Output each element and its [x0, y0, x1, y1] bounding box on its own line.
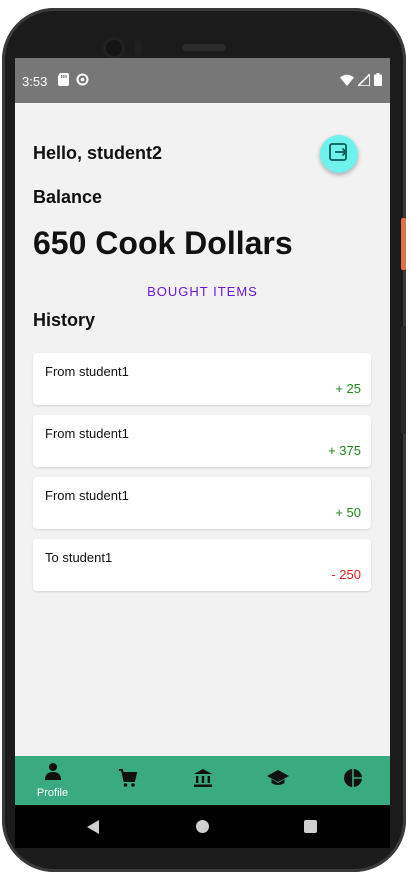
history-amount: - 250 [331, 567, 361, 582]
nav-profile-label: Profile [36, 787, 69, 799]
history-item: To student1 - 250 [33, 539, 371, 591]
balance-value: 650 Cook Dollars [33, 225, 293, 261]
system-navigation-bar [15, 805, 390, 848]
person-icon [44, 762, 62, 785]
pie-chart-icon [343, 768, 363, 793]
history-party: From student1 [45, 364, 129, 379]
balance-label: Balance [33, 187, 103, 207]
nav-stats[interactable] [315, 756, 390, 805]
history-list: From student1 + 25 From student1 + 375 F… [33, 353, 371, 601]
logout-button[interactable] [320, 135, 358, 173]
history-amount: + 375 [328, 443, 361, 458]
profile-page: Hello, student2 Balance 650 Cook Dollars… [15, 103, 390, 756]
history-item: From student1 + 50 [33, 477, 371, 529]
signal-icon [356, 71, 371, 89]
nav-profile[interactable]: Profile [15, 756, 90, 805]
nav-shop[interactable] [90, 756, 165, 805]
status-time: 3:53 [22, 74, 48, 89]
camera-sensor [134, 40, 142, 56]
history-item: From student1 + 375 [33, 415, 371, 467]
history-party: To student1 [45, 550, 113, 565]
history-item: From student1 + 25 [33, 353, 371, 405]
bought-items-button[interactable]: BOUGHT ITEMS [125, 278, 280, 304]
history-amount: + 25 [335, 381, 361, 396]
volume-button [401, 326, 406, 434]
front-camera [106, 40, 122, 56]
back-icon[interactable] [87, 820, 99, 839]
status-bar: 3:53 [15, 58, 390, 103]
logout-icon [329, 142, 349, 166]
nav-bank[interactable] [165, 756, 240, 805]
nav-education[interactable] [240, 756, 315, 805]
history-party: From student1 [45, 488, 129, 503]
bank-icon [193, 768, 213, 793]
graduation-cap-icon [266, 769, 289, 792]
wifi-icon [340, 74, 354, 89]
sd-card-icon [58, 73, 69, 89]
greeting-text: Hello, student2 [33, 143, 163, 163]
home-icon[interactable] [196, 820, 209, 833]
app-screen: 3:53 Hello, student2 Balance 650 Cook Do… [15, 58, 390, 848]
bottom-navigation: Profile [15, 756, 390, 805]
sync-icon [76, 73, 89, 89]
earpiece-speaker [182, 44, 226, 51]
recent-apps-icon[interactable] [304, 820, 317, 833]
cart-icon [118, 768, 138, 793]
history-party: From student1 [45, 426, 129, 441]
history-heading: History [33, 310, 96, 330]
battery-icon [374, 73, 382, 89]
history-amount: + 50 [335, 505, 361, 520]
power-button [401, 218, 406, 270]
